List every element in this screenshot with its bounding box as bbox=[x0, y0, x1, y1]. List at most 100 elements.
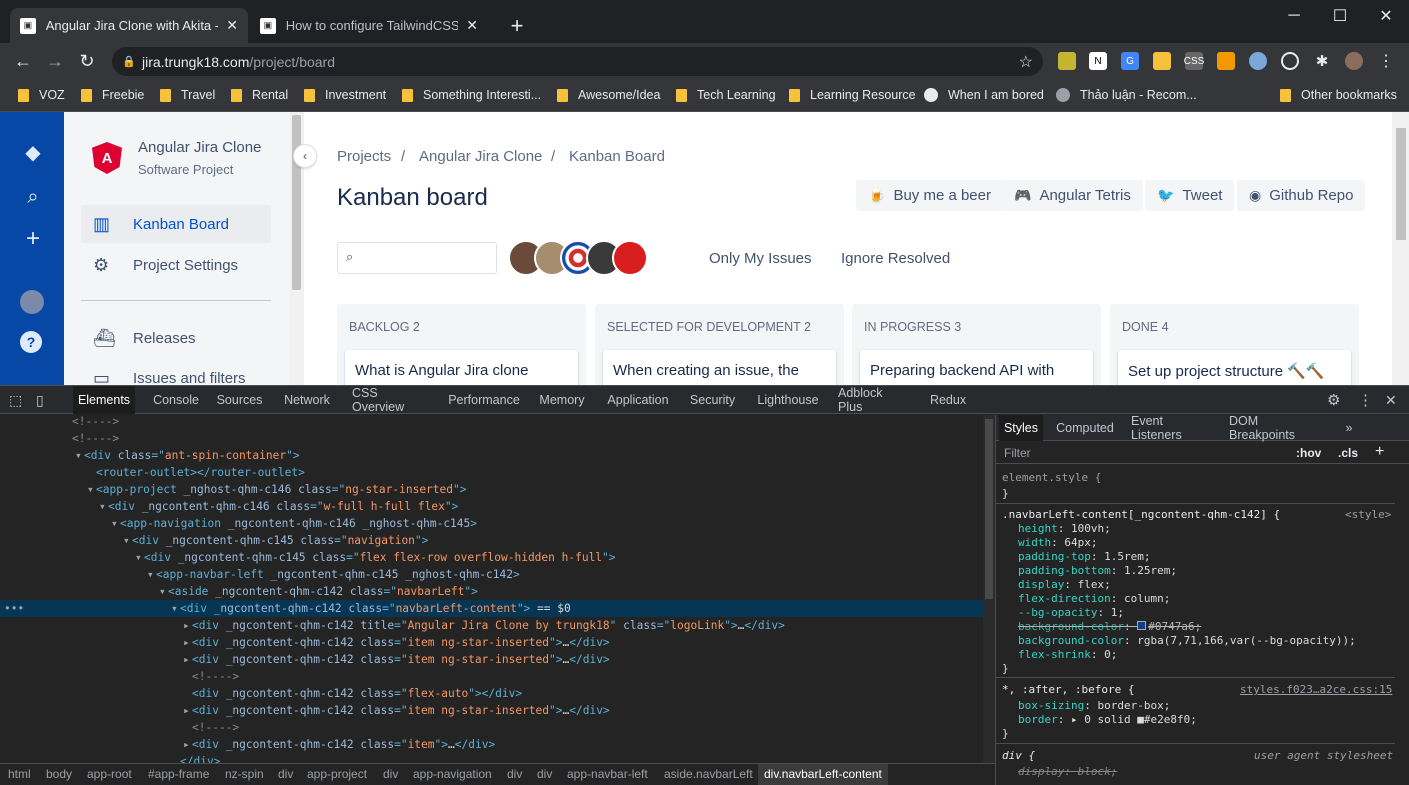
menu-icon[interactable]: ⋮ bbox=[1377, 52, 1395, 70]
create-icon[interactable]: + bbox=[20, 225, 46, 252]
expand-arrow-icon[interactable]: ▾ bbox=[159, 583, 168, 600]
rule-source[interactable]: styles.f023…a2ce.css:15 bbox=[1240, 683, 1392, 697]
dom-breadcrumb-item[interactable]: html bbox=[8, 767, 31, 781]
board-search-input[interactable]: ⌕ bbox=[337, 242, 497, 274]
bookmark-folder[interactable]: VOZ bbox=[18, 85, 65, 105]
scrollbar-thumb[interactable] bbox=[985, 419, 993, 599]
devtools-tab-redux[interactable]: Redux bbox=[930, 386, 966, 414]
extension-icon[interactable] bbox=[1249, 52, 1267, 70]
expand-arrow-icon[interactable]: ▾ bbox=[87, 481, 96, 498]
styles-tab-computed[interactable]: Computed bbox=[1055, 415, 1115, 441]
close-devtools-icon[interactable]: ✕ bbox=[1385, 386, 1397, 414]
tweet-button[interactable]: 🐦 Tweet bbox=[1145, 180, 1235, 211]
breadcrumb-project[interactable]: Angular Jira Clone bbox=[419, 148, 542, 165]
ignore-resolved-filter[interactable]: Ignore Resolved bbox=[841, 250, 950, 267]
other-bookmarks[interactable]: Other bookmarks bbox=[1280, 85, 1397, 105]
close-tab-icon[interactable]: ✕ bbox=[466, 17, 478, 34]
devtools-tab-elements[interactable]: Elements bbox=[73, 386, 135, 414]
dom-node-line[interactable]: ▾ <div class="ant-spin-container"> bbox=[75, 447, 300, 464]
css-property[interactable]: height: 100vh; bbox=[1018, 522, 1111, 536]
github-repo-button[interactable]: ◉ Github Repo bbox=[1237, 180, 1366, 211]
dom-node-line[interactable]: ▸ <div _ngcontent-qhm-c142 title="Angular… bbox=[183, 617, 785, 634]
css-property[interactable]: --bg-opacity: 1; bbox=[1018, 606, 1124, 620]
sidebar-item-releases[interactable]: ⛴ Releases bbox=[81, 319, 271, 357]
dom-node-line[interactable]: ▾ <app-project _nghost-qhm-c146 class="ng… bbox=[87, 481, 467, 498]
css-icon[interactable]: CSS bbox=[1184, 52, 1204, 70]
dom-breadcrumb-item[interactable]: body bbox=[46, 767, 72, 781]
settings-gear-icon[interactable]: ⚙ bbox=[1327, 386, 1340, 414]
dom-node-line[interactable]: ▾ <div _ngcontent-qhm-c145 class="navigat… bbox=[123, 532, 428, 549]
devtools-tab-css-overview[interactable]: CSS Overview bbox=[352, 386, 431, 414]
bookmark-folder[interactable]: Travel bbox=[160, 85, 215, 105]
dom-node-line[interactable]: ▾ <app-navigation _ngcontent-qhm-c146 _ng… bbox=[111, 515, 477, 532]
dom-breadcrumb-item[interactable]: div.navbarLeft-content bbox=[764, 767, 882, 781]
dom-node-line[interactable]: ▸ <div _ngcontent-qhm-c142 class="item ng… bbox=[183, 651, 610, 668]
page-scrollbar[interactable] bbox=[1392, 112, 1409, 385]
angular-tetris-button[interactable]: 🎮 Angular Tetris bbox=[1002, 180, 1143, 211]
only-my-issues-filter[interactable]: Only My Issues bbox=[709, 250, 812, 267]
address-bar[interactable]: 🔒 jira.trungk18.com/project/board ☆ bbox=[112, 47, 1043, 76]
bookmark-folder[interactable]: Investment bbox=[304, 85, 386, 105]
dom-node-line[interactable]: ▾ <app-navbar-left _ngcontent-qhm-c145 _n… bbox=[147, 566, 520, 583]
maximize-icon[interactable]: ☐ bbox=[1317, 0, 1363, 32]
dom-breadcrumb-item[interactable]: #app-frame bbox=[148, 767, 209, 781]
extension-icon[interactable] bbox=[1058, 52, 1076, 70]
device-toggle-icon[interactable]: ▯ bbox=[36, 386, 44, 414]
browser-tab[interactable]: ▣ How to configure TailwindCSS with Angu… bbox=[250, 8, 488, 43]
css-property[interactable]: background-color: rgba(7,71,166,var(--bg… bbox=[1018, 634, 1356, 648]
expand-arrow-icon[interactable]: ▾ bbox=[135, 549, 144, 566]
dom-node-line[interactable]: <!----> bbox=[63, 415, 119, 430]
dom-breadcrumb-item[interactable]: app-project bbox=[307, 767, 367, 781]
expand-arrow-icon[interactable]: ▸ bbox=[183, 617, 192, 634]
dom-node-line[interactable]: ▾ <div _ngcontent-qhm-c146 class="w-full … bbox=[99, 498, 458, 515]
dom-node-line[interactable]: </div> bbox=[171, 753, 220, 763]
browser-tab-active[interactable]: ▣ Angular Jira Clone with Akita - by tru… bbox=[10, 8, 248, 43]
expand-arrow-icon[interactable]: ▸ bbox=[183, 736, 192, 753]
dom-node-line[interactable]: <!----> bbox=[63, 430, 119, 447]
devtools-tab-adblock-plus[interactable]: Adblock Plus bbox=[838, 386, 910, 414]
styles-tab-styles[interactable]: Styles bbox=[999, 415, 1043, 441]
bookmark-link[interactable]: Thảo luận - Recom... bbox=[1056, 85, 1197, 105]
expand-arrow-icon[interactable]: ▾ bbox=[111, 515, 120, 532]
devtools-tab-lighthouse[interactable]: Lighthouse bbox=[756, 386, 820, 414]
new-tab-button[interactable]: + bbox=[494, 8, 540, 43]
expand-arrow-icon[interactable]: ▾ bbox=[75, 447, 84, 464]
issue-card[interactable]: Preparing backend API with bbox=[860, 350, 1093, 385]
dom-breadcrumb-item[interactable]: div bbox=[383, 767, 398, 781]
css-property[interactable]: display: flex; bbox=[1018, 578, 1111, 592]
css-property[interactable]: border: ▸ 0 solid ■#e2e8f0; bbox=[1018, 713, 1197, 727]
devtools-tab-sources[interactable]: Sources bbox=[217, 386, 263, 414]
bookmark-link[interactable]: When I am bored bbox=[924, 85, 1044, 105]
dom-node-line[interactable]: ▸ <div _ngcontent-qhm-c142 class="item">…… bbox=[183, 736, 495, 753]
reload-icon[interactable]: ↻ bbox=[75, 49, 99, 73]
bookmark-folder[interactable]: Rental bbox=[231, 85, 288, 105]
bookmark-folder[interactable]: Something Interesti... bbox=[402, 85, 541, 105]
close-window-icon[interactable]: ✕ bbox=[1363, 0, 1409, 32]
styles-tab-more[interactable]: » bbox=[1343, 415, 1355, 441]
sidebar-item-kanban-board[interactable]: ▥ Kanban Board bbox=[81, 205, 271, 243]
puzzle-icon[interactable]: ✱ bbox=[1313, 52, 1331, 70]
user-avatar[interactable] bbox=[612, 240, 648, 276]
css-property[interactable]: padding-bottom: 1.25rem; bbox=[1018, 564, 1177, 578]
profile-avatar[interactable] bbox=[1345, 52, 1363, 70]
back-icon[interactable]: ← bbox=[11, 49, 35, 73]
css-property[interactable]: padding-top: 1.5rem; bbox=[1018, 550, 1150, 564]
expand-arrow-icon[interactable]: ▾ bbox=[123, 532, 132, 549]
expand-arrow-icon[interactable]: ▾ bbox=[147, 566, 156, 583]
dom-breadcrumb-item[interactable]: div bbox=[507, 767, 522, 781]
class-toggle[interactable]: .cls bbox=[1338, 446, 1358, 460]
css-property[interactable]: background-color: #0747a6; bbox=[1018, 620, 1201, 634]
dom-breadcrumb-item[interactable]: nz-spin bbox=[225, 767, 264, 781]
notion-icon[interactable]: N bbox=[1089, 52, 1107, 70]
forward-icon[interactable]: → bbox=[43, 49, 67, 73]
dom-node-line[interactable]: ▸ <div _ngcontent-qhm-c142 class="item ng… bbox=[183, 634, 610, 651]
bookmark-folder[interactable]: Awesome/Idea bbox=[557, 85, 660, 105]
buy-beer-button[interactable]: 🍺 Buy me a beer bbox=[856, 180, 1003, 211]
styles-filter-input[interactable]: Filter bbox=[1004, 446, 1031, 460]
bookmark-folder[interactable]: Learning Resource bbox=[789, 85, 916, 105]
dom-node-line[interactable]: ▾ <div _ngcontent-qhm-c145 class="flex fl… bbox=[135, 549, 616, 566]
close-tab-icon[interactable]: ✕ bbox=[226, 17, 238, 34]
breadcrumb-projects[interactable]: Projects bbox=[337, 148, 391, 165]
dom-node-line[interactable]: ▾ <aside _ngcontent-qhm-c142 class="navba… bbox=[159, 583, 478, 600]
translate-icon[interactable]: G bbox=[1121, 52, 1139, 70]
